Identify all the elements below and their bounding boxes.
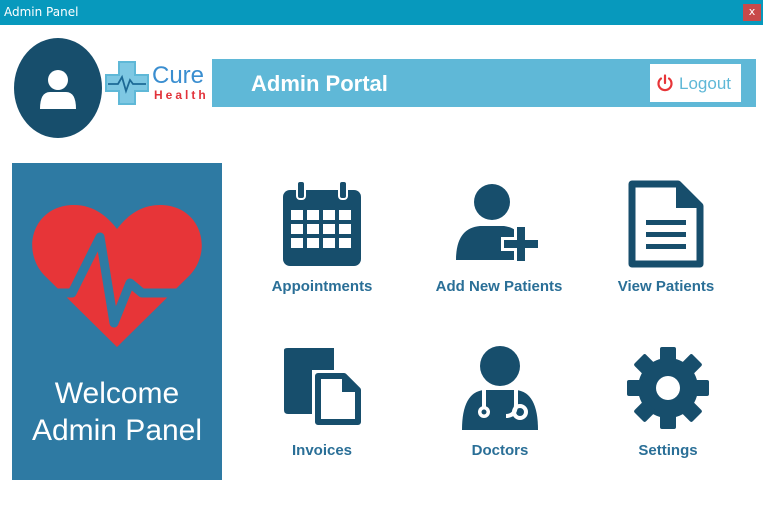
- add-new-patients-tile[interactable]: Add New Patients: [428, 180, 570, 298]
- view-patients-label: View Patients: [617, 278, 715, 295]
- settings-label: Settings: [638, 442, 698, 459]
- calendar-icon: [283, 180, 361, 266]
- window-titlebar: Admin Panel x: [0, 0, 763, 25]
- logout-label: Logout: [679, 74, 731, 93]
- doctors-tile[interactable]: Doctors: [450, 346, 550, 462]
- invoices-label: Invoices: [291, 442, 353, 459]
- welcome-text: Welcome Admin Panel: [12, 375, 222, 449]
- welcome-line-1: Welcome: [54, 377, 180, 410]
- doctor-icon: [462, 346, 538, 430]
- logo-word-cure: Cure: [152, 62, 205, 89]
- settings-tile[interactable]: Settings: [620, 346, 716, 462]
- invoices-icon: [284, 348, 364, 428]
- cure-health-logo: Cure Health: [104, 60, 212, 106]
- doctors-label: Doctors: [471, 442, 529, 459]
- user-icon: [40, 70, 76, 109]
- header-bar: Admin Portal Logout: [212, 59, 756, 107]
- window-title: Admin Panel: [4, 5, 79, 19]
- medical-cross-icon: [105, 61, 149, 105]
- heart-pulse-icon: [30, 205, 204, 347]
- logo-word-health: Health: [154, 88, 209, 102]
- power-icon: [657, 74, 673, 92]
- add-new-patients-label: Add New Patients: [435, 278, 563, 295]
- close-button[interactable]: x: [743, 4, 761, 21]
- invoices-tile[interactable]: Invoices: [272, 346, 372, 462]
- appointments-label: Appointments: [271, 278, 373, 295]
- welcome-panel: Welcome Admin Panel: [12, 163, 222, 480]
- view-patients-tile[interactable]: View Patients: [610, 180, 722, 298]
- appointments-tile[interactable]: Appointments: [262, 180, 382, 298]
- avatar: [14, 38, 102, 138]
- portal-title: Admin Portal: [251, 71, 388, 96]
- logout-button[interactable]: Logout: [650, 64, 741, 102]
- gear-icon: [627, 347, 709, 429]
- document-icon: [628, 180, 704, 268]
- welcome-line-2: Admin Panel: [31, 414, 203, 447]
- add-user-icon: [456, 184, 541, 264]
